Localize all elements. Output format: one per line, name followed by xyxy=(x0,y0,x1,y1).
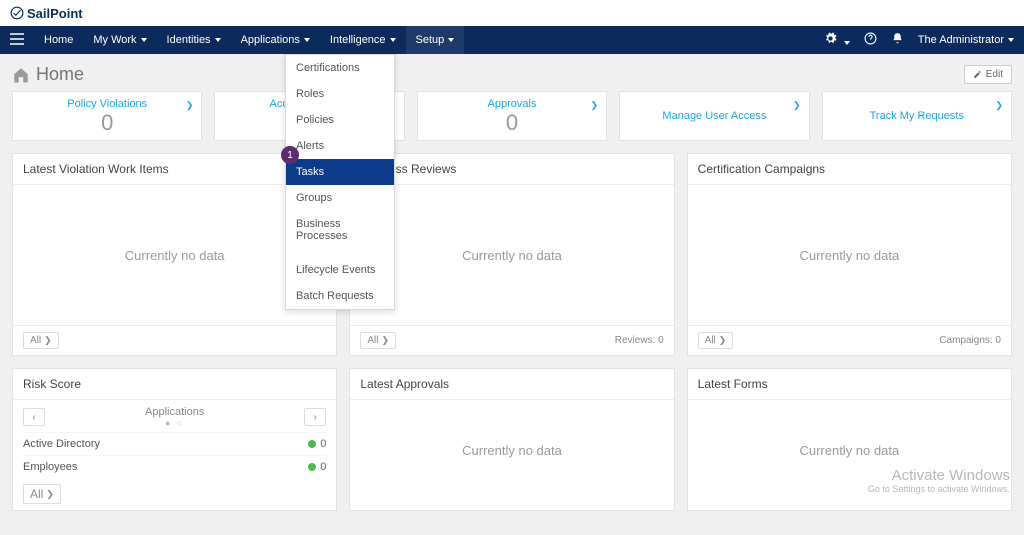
menu-icon[interactable] xyxy=(0,33,34,48)
dropdown-alerts[interactable]: Alerts xyxy=(286,133,394,159)
caret-down-icon xyxy=(1008,38,1014,42)
brand-bar: SailPoint xyxy=(0,0,1024,26)
chevron-right-icon: ❯ xyxy=(793,100,801,111)
gear-icon[interactable] xyxy=(824,32,850,48)
filter-all-button[interactable]: All❯ xyxy=(23,332,59,349)
filter-all-button[interactable]: All❯ xyxy=(23,484,61,504)
panel-latest-forms: Latest Forms Currently no data xyxy=(687,368,1012,511)
caret-down-icon xyxy=(215,38,221,42)
help-icon[interactable] xyxy=(864,32,877,48)
dropdown-roles[interactable]: Roles xyxy=(286,81,394,107)
stat-value: 0 xyxy=(23,110,191,136)
dropdown-tasks[interactable]: Tasks xyxy=(286,159,394,185)
caret-down-icon xyxy=(844,41,850,45)
risk-group: Applications xyxy=(45,406,304,418)
panel-empty: Currently no data xyxy=(688,185,1011,325)
panel-title: Latest Forms xyxy=(688,369,1011,400)
dropdown-lifecycle-events[interactable]: Lifecycle Events xyxy=(286,257,394,283)
status-dot-icon xyxy=(308,440,316,448)
bell-icon[interactable] xyxy=(891,32,904,48)
risk-name: Employees xyxy=(23,461,77,473)
filter-all-button[interactable]: All❯ xyxy=(360,332,396,349)
risk-prev-button[interactable]: ‹ xyxy=(23,408,45,426)
caret-down-icon xyxy=(390,38,396,42)
panel-title: Certification Campaigns xyxy=(688,154,1011,185)
brand-icon xyxy=(10,6,24,20)
nav-intelligence[interactable]: Intelligence xyxy=(320,26,406,54)
dropdown-separator xyxy=(286,249,394,257)
nav-home[interactable]: Home xyxy=(34,26,83,54)
caret-down-icon xyxy=(304,38,310,42)
filter-all-button[interactable]: All❯ xyxy=(698,332,734,349)
stat-link: Manage User Access xyxy=(630,98,798,134)
risk-score-value: 0 xyxy=(320,438,326,450)
setup-dropdown: Certifications Roles Policies Alerts Tas… xyxy=(285,54,395,310)
panel-title: y Access Reviews xyxy=(350,154,673,185)
campaigns-count: Campaigns: 0 xyxy=(939,335,1001,346)
edit-button[interactable]: Edit xyxy=(964,65,1012,84)
home-icon xyxy=(12,66,30,84)
panel-certification-campaigns: Certification Campaigns Currently no dat… xyxy=(687,153,1012,356)
caret-down-icon xyxy=(448,38,454,42)
nav-my-work[interactable]: My Work xyxy=(83,26,156,54)
reviews-count: Reviews: 0 xyxy=(615,335,664,346)
risk-next-button[interactable]: › xyxy=(304,408,326,426)
stat-track-my-requests[interactable]: Track My Requests ❯ xyxy=(822,91,1012,141)
caret-down-icon xyxy=(141,38,147,42)
risk-row-employees[interactable]: Employees 0 xyxy=(23,455,326,478)
stat-approvals[interactable]: Approvals 0 ❯ xyxy=(417,91,607,141)
stat-link: Track My Requests xyxy=(833,98,1001,134)
panel-title: Risk Score xyxy=(13,369,336,400)
stat-title: Approvals xyxy=(428,98,596,110)
dropdown-business-processes[interactable]: Business Processes xyxy=(286,211,394,249)
dropdown-certifications[interactable]: Certifications xyxy=(286,55,394,81)
panel-latest-approvals: Latest Approvals Currently no data xyxy=(349,368,674,511)
chevron-right-icon: ❯ xyxy=(591,100,599,111)
nav-user[interactable]: The Administrator xyxy=(918,26,1014,54)
panel-empty: Currently no data xyxy=(350,185,673,325)
status-dot-icon xyxy=(308,463,316,471)
pencil-icon xyxy=(973,70,982,79)
panel-title: Latest Approvals xyxy=(350,369,673,400)
risk-row-ad[interactable]: Active Directory 0 xyxy=(23,432,326,455)
risk-score-value: 0 xyxy=(320,461,326,473)
annotation-badge-1: 1 xyxy=(281,146,299,164)
stat-value: 0 xyxy=(428,110,596,136)
dropdown-batch-requests[interactable]: Batch Requests xyxy=(286,283,394,309)
stat-manage-user-access[interactable]: Manage User Access ❯ xyxy=(619,91,809,141)
panel-risk-score: Risk Score ‹ Applications ● ○ › Active D… xyxy=(12,368,337,511)
main-nav: Home My Work Identities Applications Int… xyxy=(0,26,1024,54)
dropdown-groups[interactable]: Groups xyxy=(286,185,394,211)
stat-policy-violations[interactable]: Policy Violations 0 ❯ xyxy=(12,91,202,141)
pager-dots: ● ○ xyxy=(45,418,304,428)
risk-name: Active Directory xyxy=(23,438,100,450)
stat-title: Policy Violations xyxy=(23,98,191,110)
chevron-right-icon: ❯ xyxy=(186,100,194,111)
brand-name: SailPoint xyxy=(27,6,83,21)
nav-identities[interactable]: Identities xyxy=(157,26,231,54)
panel-access-reviews: y Access Reviews Currently no data All❯ … xyxy=(349,153,674,356)
nav-applications[interactable]: Applications xyxy=(231,26,320,54)
nav-setup[interactable]: Setup xyxy=(406,26,465,54)
chevron-right-icon: ❯ xyxy=(995,100,1003,111)
page-title: Home xyxy=(12,64,84,85)
panel-empty: Currently no data xyxy=(350,400,673,500)
dropdown-policies[interactable]: Policies xyxy=(286,107,394,133)
panel-empty: Currently no data xyxy=(688,400,1011,500)
